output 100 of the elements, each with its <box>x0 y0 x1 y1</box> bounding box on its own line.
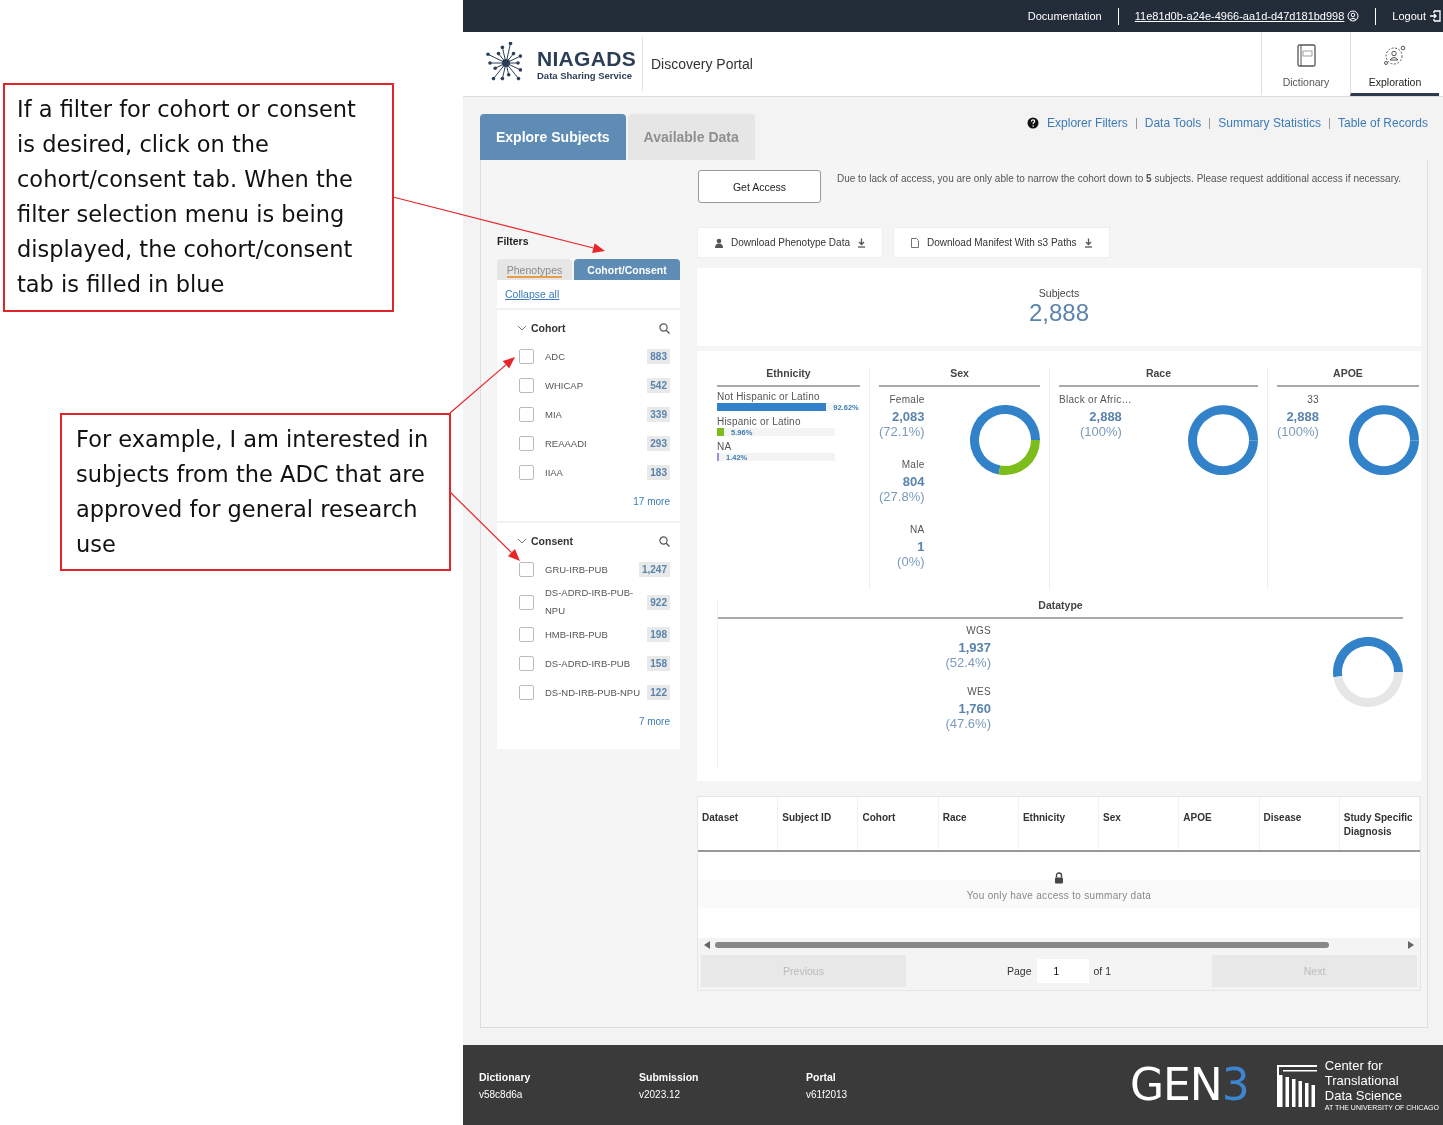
category-label: Female <box>888 394 925 405</box>
option-label: GRU-IRB-PUB <box>545 562 609 577</box>
more-link[interactable]: 17 more <box>633 496 670 507</box>
count-badge: 158 <box>647 656 670 671</box>
column-header[interactable]: APOE <box>1179 797 1260 850</box>
chart-title: Race <box>1059 367 1258 387</box>
page-input[interactable]: 1 <box>1036 959 1089 983</box>
logout-icon <box>1429 10 1441 22</box>
chart-title: Sex <box>879 367 1040 387</box>
option-label: MIA <box>545 407 563 422</box>
count-badge: 122 <box>647 685 670 700</box>
download-button[interactable]: Download Phenotype Data <box>697 227 883 258</box>
category-percent: (100%) <box>1078 424 1123 439</box>
footer-label: Portal <box>806 1070 837 1083</box>
category-label: WES <box>966 686 991 697</box>
column-header[interactable]: Disease <box>1259 797 1340 850</box>
download-icon <box>857 237 866 248</box>
category-percent: (100%) <box>1277 424 1319 439</box>
quick-link[interactable]: Data Tools <box>1144 116 1202 130</box>
filter-tab[interactable]: Cohort/Consent <box>574 259 680 280</box>
checkbox[interactable] <box>519 594 534 610</box>
checkbox[interactable] <box>519 627 534 642</box>
quick-link[interactable]: Explorer Filters <box>1047 116 1128 130</box>
column-header[interactable]: Cohort <box>858 797 939 850</box>
checkbox[interactable] <box>519 436 534 451</box>
checkbox[interactable] <box>519 349 534 364</box>
checkbox[interactable] <box>519 562 534 577</box>
quick-link[interactable]: Table of Records <box>1337 116 1428 130</box>
column-header[interactable]: Subject ID <box>778 797 859 850</box>
checkbox[interactable] <box>519 465 534 480</box>
filter-group-title[interactable]: Cohort <box>531 322 566 334</box>
count-badge: 339 <box>647 407 670 422</box>
bar-label: Not Hispanic or Latino <box>717 391 821 402</box>
lock-icon <box>1054 872 1064 884</box>
chevron-icon[interactable] <box>517 536 527 546</box>
filter-group-title[interactable]: Consent <box>531 535 573 547</box>
user-link[interactable]: 11e81d0b-a24e-4966-aa1d-d47d181bd998 <box>1134 10 1360 22</box>
people-icon <box>1383 43 1407 68</box>
logo-text-line: Translational <box>1324 1073 1400 1088</box>
option-label: IIAA <box>545 465 564 480</box>
help-icon <box>1027 117 1040 129</box>
category-percent: (52.4%) <box>944 655 991 670</box>
column-header[interactable]: Sex <box>1099 797 1180 850</box>
collapse-all-link[interactable]: Collapse all <box>505 288 560 300</box>
count-badge: 922 <box>647 594 670 610</box>
download-icon <box>1083 237 1093 248</box>
count-badge: 183 <box>647 465 670 480</box>
count-badge: 883 <box>647 349 670 364</box>
scrollbar-thumb[interactable] <box>715 942 1329 948</box>
page-total: of 1 <box>1093 965 1111 977</box>
logo-wordmark: NIAGADS <box>537 47 636 70</box>
category-count: 2,888 <box>1285 409 1319 424</box>
option-label: REAAADI <box>545 436 588 451</box>
option-label: DS-ND-IRB-PUB-NPU <box>545 685 641 700</box>
column-header[interactable]: Study Specific Diagnosis <box>1339 797 1420 850</box>
option-label: WHICAP <box>545 378 584 393</box>
checkbox[interactable] <box>519 378 534 393</box>
category-percent: (0%) <box>896 554 925 569</box>
option-label: DS-ADRD-IRB-PUB <box>545 656 631 671</box>
page-tab[interactable]: Explore Subjects <box>480 114 626 160</box>
logo-text-line: Center for <box>1324 1058 1384 1073</box>
column-header[interactable]: Race <box>938 797 1019 850</box>
get-access-button[interactable]: Get Access <box>698 170 821 203</box>
nav-button[interactable]: Exploration <box>1350 32 1439 96</box>
chart-title: Datatype <box>718 599 1403 619</box>
count-badge: 293 <box>647 436 670 451</box>
checkbox[interactable] <box>519 656 534 671</box>
callout-note: If a filter for cohort or consent is desired, click on the cohort/consent tab. When the filter selection menu is being displayed, the cohort/consent tab is filled in blue <box>3 83 394 312</box>
category-label: Male <box>900 459 925 470</box>
chevron-icon[interactable] <box>517 323 527 333</box>
search-icon[interactable] <box>659 322 670 334</box>
column-header[interactable]: Dataset <box>698 797 779 850</box>
count-badge: 198 <box>647 627 670 642</box>
donut-chart <box>1188 405 1258 475</box>
empty-message: You only have access to summary data <box>966 890 1152 901</box>
page-label: Page <box>1006 965 1032 977</box>
portal-title: Discovery Portal <box>650 56 753 72</box>
download-button[interactable]: Download Manifest With s3 Paths <box>893 227 1110 258</box>
category-percent: (72.1%) <box>879 424 925 439</box>
category-percent: (27.8%) <box>879 489 925 504</box>
search-icon[interactable] <box>659 535 670 547</box>
summary-label: Subjects <box>1038 287 1080 299</box>
count-badge: 1,247 <box>638 562 670 577</box>
quick-link[interactable]: Summary Statistics <box>1218 116 1321 130</box>
category-count: 1,937 <box>957 640 991 655</box>
column-header[interactable]: Ethnicity <box>1018 797 1100 850</box>
category-count: 1,760 <box>957 701 991 716</box>
count-badge: 542 <box>647 378 670 393</box>
summary-value: 2,888 <box>1028 299 1090 327</box>
gen3-logo: GEN3 <box>1129 1061 1249 1109</box>
logout-link[interactable]: Logout <box>1392 10 1441 22</box>
documentation-link[interactable]: Documentation <box>1027 10 1102 22</box>
bar-label: NA <box>717 441 733 452</box>
logo-subtitle: Data Sharing Service <box>537 69 634 81</box>
checkbox[interactable] <box>519 685 534 700</box>
category-count: 804 <box>901 474 925 489</box>
chart-title: Ethnicity <box>717 367 860 387</box>
more-link[interactable]: 7 more <box>638 716 670 727</box>
checkbox[interactable] <box>519 407 534 422</box>
footer-label: Submission <box>639 1070 700 1083</box>
